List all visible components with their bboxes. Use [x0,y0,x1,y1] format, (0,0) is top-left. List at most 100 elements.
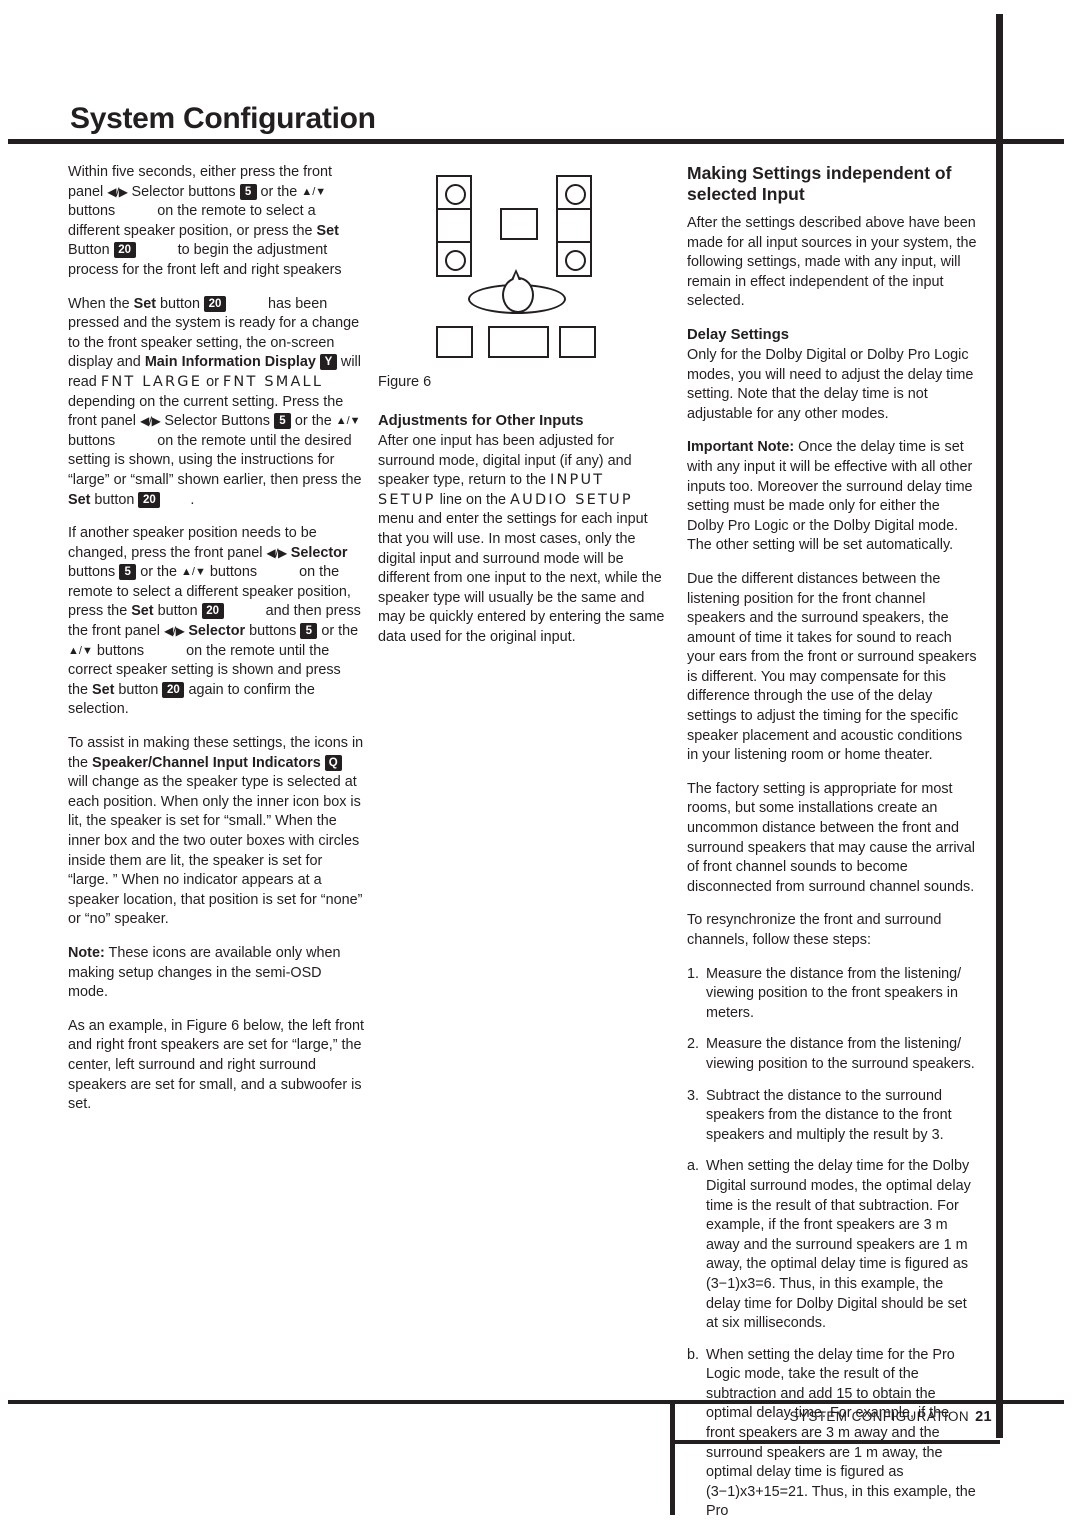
up-down-arrows-icon: ▲/▼ [181,566,206,579]
paragraph-speaker-channel-indicators: To assist in making these settings, the … [68,734,364,930]
text-run: or the [294,413,332,430]
speaker-right-front-inner [556,208,592,244]
text-run: will change as the speaker type is selec… [68,774,363,928]
figure-6-diagram [378,171,668,358]
list-item: 2. Measure the distance from the listeni… [687,1035,977,1074]
list-item-text: Measure the distance from the listening/… [706,965,962,1021]
paragraph-note-semi-osd: Note: These icons are available only whe… [68,944,364,1003]
page-title: System Configuration [70,102,376,135]
middle-column: Figure 6 Adjustments for Other Inputs Af… [378,163,668,662]
up-down-arrows-icon: ▲/▼ [301,185,327,198]
footer-section-label: SYSTEM CONFIGURATION [789,1409,970,1424]
lcd-readout-audio-setup: AUDIO SETUP [510,491,633,508]
selector-badge: 5 [273,413,291,430]
list-item-text: When setting the delay time for the Dolb… [706,1158,971,1332]
text-run: These icons are available only when maki… [68,944,341,1001]
text-run: buttons [68,432,116,449]
selector-badge: 5 [239,183,257,200]
footer-page-number: 21 [975,1409,992,1425]
set-button-badge: 20 [201,603,224,620]
text-run-bold: Set [131,603,154,620]
right-text-column: Making Settings independent of selected … [687,163,977,1534]
paragraph-within-five-seconds: Within five seconds, either press the fr… [68,163,364,281]
page-edge-bar [996,14,1003,1438]
text-run: menu and enter the settings for each inp… [378,511,665,645]
paragraph-another-speaker-position: If another speaker position needs to be … [68,524,364,720]
text-run-bold: Set [92,681,115,698]
text-run-bold: Main Information Display [144,354,316,371]
speaker-left-front-outer-top [436,175,472,211]
paragraph-important-note: Important Note: Once the delay time is s… [687,438,977,556]
text-run: button [94,491,135,508]
text-run: When the [68,295,130,312]
text-run-bold: Speaker/Channel Input Indicators [92,754,321,771]
speaker-right-front-outer-top [556,175,592,211]
set-button-badge: 20 [162,681,185,698]
up-down-arrows-icon: ▲/▼ [335,415,361,428]
text-run-bold: Set [68,491,91,508]
text-run: buttons [68,203,116,220]
text-run: or the [260,183,298,200]
heading-adjustments-other-inputs: Adjustments for Other Inputs [378,413,584,429]
list-item: a. When setting the delay time for the D… [687,1157,977,1333]
list-item-text: When setting the delay time for the Pro … [706,1346,976,1520]
paragraph-factory-setting: The factory setting is appropriate for m… [687,780,975,895]
speaker-channel-indicators-badge: Q [324,754,342,771]
text-run: buttons [68,564,116,581]
up-down-arrows-icon: ▲/▼ [68,644,93,657]
text-run: line on the [439,491,507,508]
left-right-arrows-icon: ◀/▶ [266,545,287,560]
important-note-label: Important Note: [687,439,795,456]
note-label: Note: [68,944,105,961]
list-item-text: Measure the distance from the listening/… [706,1036,975,1072]
left-right-arrows-icon: ◀/▶ [164,624,185,639]
text-run: Once the delay time is set with any inpu… [687,439,973,554]
text-run: buttons [209,564,258,581]
main-info-display-badge: Y [319,354,337,371]
list-item-text: Subtract the distance to the surround sp… [706,1087,952,1143]
heading-making-settings-independent: Making Settings independent of selected … [687,163,952,204]
text-run: Selector buttons [131,183,236,200]
left-text-column: Within five seconds, either press the fr… [68,163,364,1129]
listener-head-icon [502,277,534,313]
lcd-readout-fnt-small: FNT SMALL [222,373,324,390]
paragraph-delay-settings-modes: Only for the Dolby Digital or Dolby Pro … [687,346,974,422]
speaker-right-front-outer-bottom [556,241,592,277]
footer-divider-rule [8,1400,1064,1404]
list-marker: a. [687,1158,700,1175]
header-divider-rule [8,139,1064,144]
selector-badge: 5 [300,623,318,640]
list-item: 3. Subtract the distance to the surround… [687,1087,977,1146]
heading-delay-settings: Delay Settings [687,326,789,343]
text-run-bold: Selector [290,544,348,561]
left-right-arrows-icon: ◀/▶ [140,414,161,429]
paragraph-adjustments-other-inputs: After one input has been adjusted for su… [378,432,668,648]
paragraph-figure-6-example: As an example, in Figure 6 below, the le… [68,1017,364,1115]
left-right-arrows-icon: ◀/▶ [107,184,128,199]
subwoofer-box [488,326,549,358]
list-marker: b. [687,1346,700,1363]
text-run: or the [321,623,359,640]
paragraph-after-settings-described: After the settings described above have … [687,215,977,310]
text-run-bold: Set [316,222,339,239]
speaker-center-inner [500,208,538,240]
listener-tuft-icon [511,269,521,281]
paragraph-when-set-pressed: When the Set button 20 has been pressed … [68,295,364,511]
text-run: button [118,681,159,698]
speaker-right-surround-inner [559,326,596,358]
lcd-readout-fnt-large: FNT LARGE [100,373,203,390]
set-button-badge: 20 [138,491,161,508]
speaker-left-front-outer-bottom [436,241,472,277]
set-button-badge: 20 [204,295,227,312]
text-run: buttons [96,642,145,659]
text-run-bold: Selector [188,623,246,640]
footer: SYSTEM CONFIGURATION 21 [670,1409,992,1425]
list-marker: 2. [687,1036,700,1053]
paragraph-due-different-distances: Due the different distances between the … [687,570,977,764]
selector-badge: 5 [119,564,137,581]
speaker-left-surround-inner [436,326,473,358]
text-run: buttons [249,623,297,640]
text-run: button [157,603,198,620]
list-marker: 1. [687,965,700,982]
text-run: or [206,373,219,390]
